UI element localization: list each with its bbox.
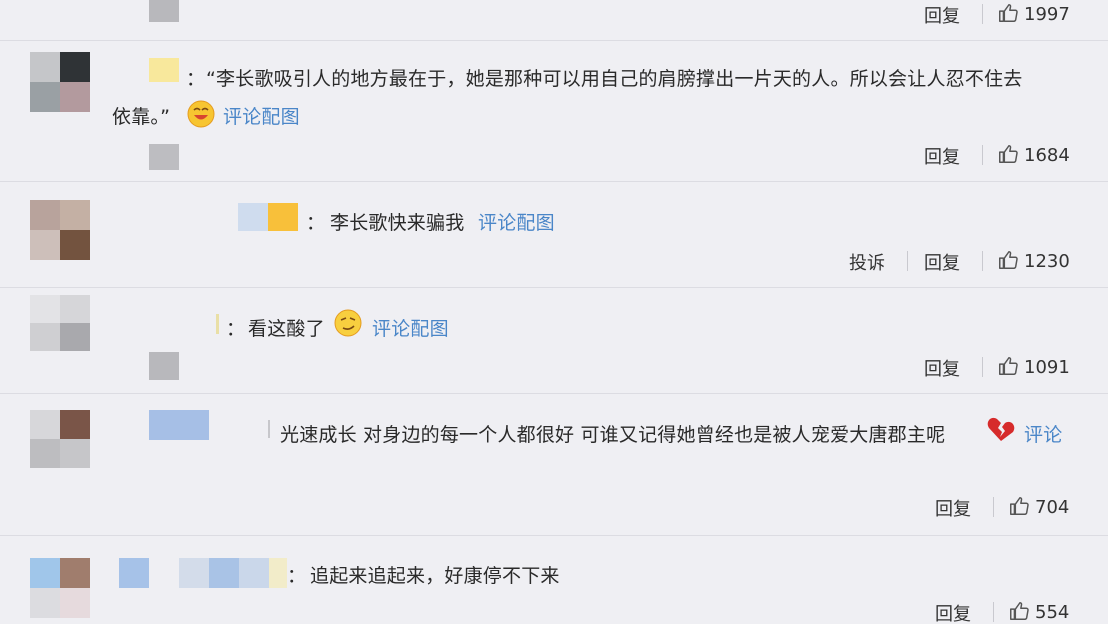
action-separator	[982, 357, 983, 377]
thumbs-up-icon[interactable]	[1008, 600, 1030, 622]
action-separator	[982, 145, 983, 165]
like-count: 554	[1035, 602, 1070, 623]
reply-button[interactable]: 回复	[924, 2, 960, 28]
comment-text: 看这酸了	[248, 318, 325, 340]
comment-divider	[0, 181, 1108, 182]
avatar[interactable]	[30, 558, 90, 618]
like-count: 1997	[1024, 4, 1070, 25]
comment-link[interactable]: 评论	[1024, 420, 1062, 447]
comment-image-link[interactable]: 评论配图	[478, 208, 555, 235]
reply-button[interactable]: 回复	[935, 600, 971, 624]
thumbs-up-icon[interactable]	[997, 249, 1019, 271]
smirking-face-icon	[334, 309, 362, 337]
comment-divider	[0, 393, 1108, 394]
like-count: 1684	[1024, 145, 1070, 166]
avatar[interactable]	[30, 52, 90, 112]
comment-image-link[interactable]: 评论配图	[223, 102, 300, 129]
censored-username	[239, 558, 269, 588]
reply-button[interactable]: 回复	[935, 495, 971, 521]
avatar[interactable]	[30, 295, 90, 351]
comment-text: 追起来追起来，好康停不下来	[310, 565, 560, 587]
action-separator	[982, 4, 983, 24]
comment-separator: ：	[186, 68, 206, 90]
censored-username	[238, 203, 268, 231]
censored-username	[269, 558, 287, 588]
censored-block	[149, 144, 179, 170]
censored-username	[209, 558, 239, 588]
comment-divider	[0, 287, 1108, 288]
comment-divider	[0, 535, 1108, 536]
comment-text: 李长歌快来骗我	[330, 212, 465, 234]
thumbs-up-icon[interactable]	[997, 2, 1019, 24]
comment-separator: ：	[226, 318, 246, 340]
comment-text: 光速成长 对身边的每一个人都很好 可谁又记得她曾经也是被人宠爱大唐郡主呢	[280, 424, 946, 446]
comment-text: “李长歌吸引人的地方最在于，她是那种可以用自己的肩膀撑出一片天的人。所以会让人忍…	[206, 68, 1023, 90]
censored-block	[149, 0, 179, 22]
avatar[interactable]	[30, 410, 90, 468]
comment-divider	[0, 40, 1108, 41]
censored-username	[216, 314, 219, 334]
censored-username	[268, 420, 270, 438]
action-separator	[982, 251, 983, 271]
comment-image-link[interactable]: 评论配图	[372, 314, 449, 341]
action-separator	[993, 497, 994, 517]
like-count: 1091	[1024, 357, 1070, 378]
censored-block	[149, 352, 179, 380]
like-count: 1230	[1024, 251, 1070, 272]
comment-text-continued: 依靠。”	[112, 106, 171, 128]
censored-username	[179, 558, 209, 588]
thumbs-up-icon[interactable]	[1008, 495, 1030, 517]
grinning-face-icon	[187, 100, 215, 128]
censored-username	[149, 410, 209, 440]
reply-button[interactable]: 回复	[924, 143, 960, 169]
action-separator	[907, 251, 908, 271]
comment-separator: ：	[287, 565, 307, 587]
reply-button[interactable]: 回复	[924, 355, 960, 381]
report-button[interactable]: 投诉	[849, 249, 885, 275]
like-count: 704	[1035, 497, 1070, 518]
censored-username	[268, 203, 298, 231]
avatar[interactable]	[30, 200, 90, 260]
censored-username	[149, 58, 179, 82]
action-separator	[993, 602, 994, 622]
thumbs-up-icon[interactable]	[997, 143, 1019, 165]
censored-username	[119, 558, 149, 588]
thumbs-up-icon[interactable]	[997, 355, 1019, 377]
broken-heart-icon	[987, 417, 1015, 441]
comment-separator: ：	[306, 212, 326, 234]
reply-button[interactable]: 回复	[924, 249, 960, 275]
